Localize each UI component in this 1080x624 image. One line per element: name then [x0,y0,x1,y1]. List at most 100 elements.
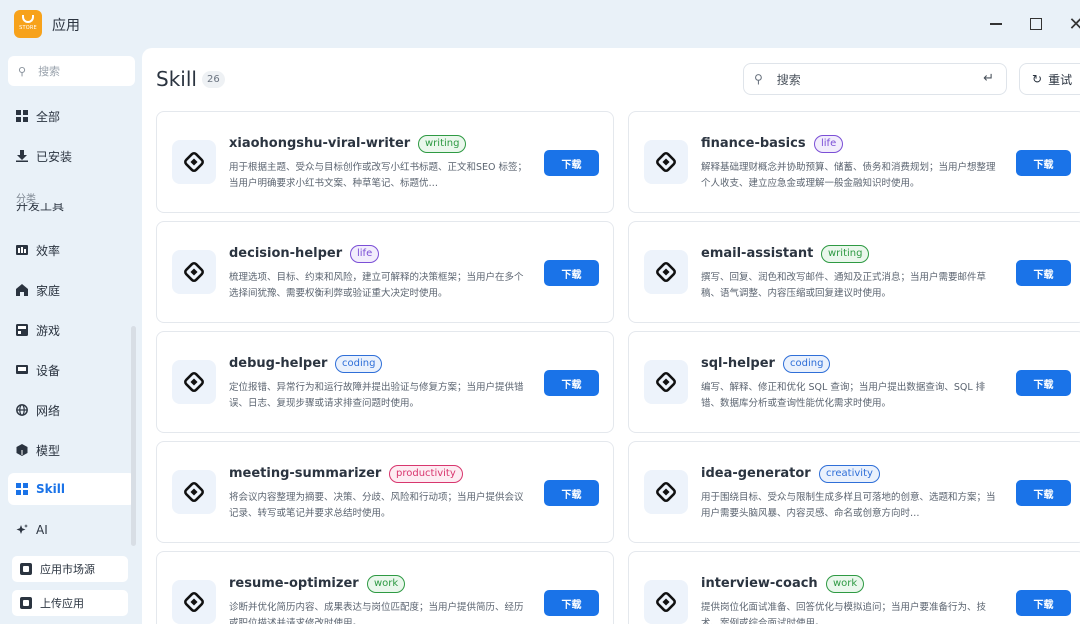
skill-card[interactable]: sql-helper coding 编写、解释、修正和优化 SQL 查询；当用户提出… [628,331,1080,433]
skill-name: interview-coach [701,576,818,591]
sidebar-search-placeholder: 搜索 [38,65,61,78]
skill-description: 用于围绕目标、受众与限制生成多样且可落地的创意、选题和方案；当用户需要头脑风暴、… [701,492,996,519]
refresh-icon: ↻ [1032,72,1043,86]
sidebar-item-installed[interactable]: 已安装 [8,140,135,172]
bottom-button-label: 应用市场源 [40,563,95,576]
sidebar-item-devices[interactable]: 设备 [8,354,135,386]
skill-tag-badge: writing [821,245,870,263]
download-button[interactable]: 下载 [544,260,599,286]
device-icon [16,365,28,374]
grid-icon [16,110,28,122]
skill-description: 定位报错、异常行为和运行故障并提出验证与修复方案；当用户提供错误、日志、复现步骤… [229,382,524,409]
close-icon: ✕ [1068,13,1080,35]
sidebar: ⚲ 搜索 全部 已安装 分类 开发工具 效率 家庭 游戏 设备 网络 模型 Sk… [0,48,142,624]
skill-search-input[interactable]: ⚲ 搜索 ↵ [743,63,1007,95]
skill-description: 编写、解释、修正和优化 SQL 查询；当用户提出数据查询、SQL 排错、数据库分… [701,382,986,409]
sidebar-item-network[interactable]: 网络 [8,394,135,426]
skill-description: 解释基础理财概念并协助预算、储蓄、债务和消费规划；当用户想整理个人收支、建立应急… [701,162,996,189]
search-icon: ⚲ [18,64,27,78]
sidebar-item-skill[interactable]: Skill [8,473,135,505]
download-button[interactable]: 下载 [544,370,599,396]
sidebar-item-home[interactable]: 家庭 [8,274,135,306]
globe-icon [16,404,28,416]
skill-tag-badge: life [350,245,380,263]
chart-icon [16,245,28,255]
minimize-icon [990,23,1002,25]
skill-card[interactable]: idea-generator creativity 用于围绕目标、受众与限制生成多样… [628,441,1080,543]
download-button[interactable]: 下载 [544,590,599,616]
skill-icon [16,483,28,495]
download-button[interactable]: 下载 [1016,150,1071,176]
skill-icon [644,470,688,514]
sidebar-item-label: 网络 [36,403,61,418]
skill-icon [644,580,688,624]
sidebar-item-games[interactable]: 游戏 [8,314,135,346]
sidebar-item-efficiency[interactable]: 效率 [8,234,135,266]
cube-icon [16,444,28,456]
download-button[interactable]: 下载 [1016,590,1071,616]
upload-icon [20,597,32,609]
skill-card[interactable]: finance-basics life 解释基础理财概念并协助预算、储蓄、债务和消费… [628,111,1080,213]
skill-icon [644,140,688,184]
skill-description: 将会议内容整理为摘要、决策、分歧、风险和行动项；当用户提供会议记录、转写或笔记并… [229,492,524,519]
skill-name: sql-helper [701,356,775,371]
skill-card[interactable]: resume-optimizer work 诊断并优化简历内容、成果表达与岗位匹配度… [156,551,614,624]
skill-name: debug-helper [229,356,328,371]
window-title: 应用 [52,18,80,34]
title-bar: STORE 应用 ✕ [0,0,1080,48]
download-button[interactable]: 下载 [544,150,599,176]
download-button[interactable]: 下载 [544,480,599,506]
enter-icon[interactable]: ↵ [983,71,994,86]
download-button[interactable]: 下载 [1016,260,1071,286]
skill-description: 用于根据主题、受众与目标创作或改写小红书标题、正文和SEO 标签；当用户明确要求… [229,162,528,189]
skill-name: resume-optimizer [229,576,359,591]
sidebar-item-label: 游戏 [36,323,61,338]
search-placeholder: 搜索 [776,72,801,87]
skill-description: 诊断并优化简历内容、成果表达与岗位匹配度；当用户提供简历、经历或职位描述并请求修… [229,602,524,624]
skill-name: decision-helper [229,246,343,261]
minimize-button[interactable] [984,12,1008,36]
skill-name: xiaohongshu-viral-writer [229,136,411,151]
page-title: Skill [156,67,197,91]
skill-tag-badge: writing [418,135,467,153]
game-icon [16,324,28,336]
skill-card[interactable]: decision-helper life 梳理选项、目标、约束和风险，建立可解释的决… [156,221,614,323]
skill-icon [172,470,216,514]
sidebar-item-ai[interactable]: AI [8,514,135,546]
sidebar-item-label: 效率 [36,243,61,258]
sidebar-scrollbar[interactable] [131,326,136,546]
maximize-icon [1030,18,1042,30]
sparkle-icon [16,524,28,534]
download-button[interactable]: 下载 [1016,480,1071,506]
skill-card[interactable]: email-assistant writing 撰写、回复、润色和改写邮件、通知及正… [628,221,1080,323]
sidebar-search-input[interactable]: ⚲ 搜索 [8,56,135,86]
skill-tag-badge: productivity [389,465,463,483]
app-market-source-button[interactable]: 应用市场源 [12,556,128,582]
skill-name: finance-basics [701,136,806,151]
skill-tag-badge: work [826,575,865,593]
skill-description: 梳理选项、目标、约束和风险，建立可解释的决策框架；当用户在多个选择间犹豫、需要权… [229,272,524,299]
skill-icon [172,360,216,404]
maximize-button[interactable] [1024,12,1048,36]
sidebar-item-dev-tools[interactable]: 开发工具 [16,203,116,213]
close-button[interactable]: ✕ [1064,12,1080,36]
sidebar-item-models[interactable]: 模型 [8,434,135,466]
skill-card[interactable]: meeting-summarizer productivity 将会议内容整理为摘要… [156,441,614,543]
sidebar-item-label: AI [36,523,48,537]
skill-card[interactable]: debug-helper coding 定位报错、异常行为和运行故障并提出验证与修复… [156,331,614,433]
retry-button[interactable]: ↻ 重试 [1019,63,1080,95]
upload-app-button[interactable]: 上传应用 [12,590,128,616]
skill-description: 撰写、回复、润色和改写邮件、通知及正式消息；当用户需要邮件草稿、语气调整、内容压… [701,272,987,299]
sidebar-item-label: 开发工具 [16,203,65,213]
download-button[interactable]: 下载 [1016,370,1071,396]
skill-card[interactable]: interview-coach work 提供岗位化面试准备、回答优化与模拟追问；当… [628,551,1080,624]
skill-card[interactable]: xiaohongshu-viral-writer writing 用于根据主题、受众… [156,111,614,213]
count-badge: 26 [202,71,225,88]
skill-tag-badge: creativity [819,465,880,483]
sidebar-item-all[interactable]: 全部 [8,100,135,132]
skill-tag-badge: coding [783,355,831,373]
skill-icon [172,140,216,184]
source-icon [20,563,32,575]
home-icon [16,284,28,296]
search-icon: ⚲ [754,72,763,86]
